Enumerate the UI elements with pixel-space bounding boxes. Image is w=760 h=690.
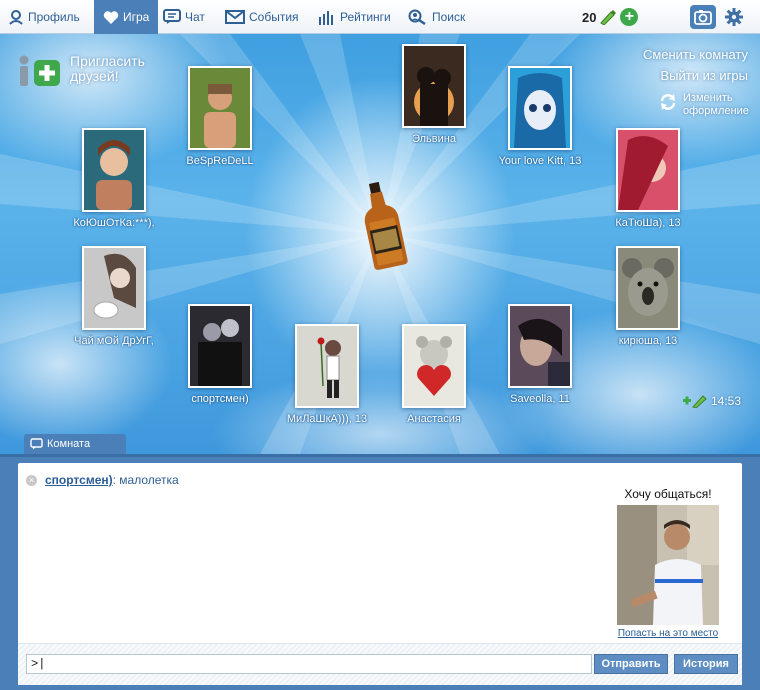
chat-panel: × спортсмен): малолетка Хочу общаться! П… bbox=[0, 454, 760, 690]
exit-game-link[interactable]: Выйти из игры bbox=[643, 65, 748, 86]
player-seat[interactable]: КоЮшОтКа:***), bbox=[58, 128, 170, 229]
heart-icon bbox=[103, 10, 119, 24]
featured-user: Хочу общаться! Попасть на это место bbox=[608, 487, 728, 639]
coin-count: 20 bbox=[582, 9, 597, 25]
tab-room-label: Комната bbox=[47, 438, 91, 450]
nav-events-label: События bbox=[249, 10, 299, 24]
timer: 14:53 bbox=[683, 394, 741, 408]
featured-photo[interactable] bbox=[617, 505, 719, 625]
chat-content: × спортсмен): малолетка Хочу общаться! П… bbox=[18, 463, 742, 685]
nav-ratings-label: Рейтинги bbox=[340, 10, 391, 24]
nav-game-label: Игра bbox=[123, 10, 150, 24]
search-icon bbox=[408, 9, 426, 25]
profile-icon bbox=[9, 10, 23, 25]
pencil-coin-icon bbox=[683, 395, 707, 408]
invite-friends-label: Пригласить друзей! bbox=[70, 53, 145, 84]
nav-chat[interactable]: Чат bbox=[163, 0, 205, 34]
featured-title: Хочу общаться! bbox=[624, 487, 712, 501]
player-seat[interactable]: КаТюШа), 13 bbox=[592, 128, 704, 229]
nav-game[interactable]: Игра bbox=[94, 0, 159, 34]
nav-profile[interactable]: Профиль bbox=[8, 0, 80, 34]
player-name: кирюша, 13 bbox=[618, 335, 678, 347]
chat-icon bbox=[163, 9, 181, 24]
message-text: : малолетка bbox=[112, 473, 179, 487]
player-seat[interactable]: кирюша, 13 bbox=[592, 246, 704, 347]
coin-balance: 20 + bbox=[582, 0, 639, 34]
player-seat[interactable]: спортсмен) bbox=[164, 304, 276, 405]
bar-chart-icon bbox=[319, 11, 333, 25]
player-name: Чай мОй ДрУгГ, bbox=[74, 335, 154, 347]
nav-search-label: Поиск bbox=[432, 10, 466, 24]
player-name: BeSpReDeLL bbox=[186, 155, 254, 167]
player-seat[interactable]: Анастасия bbox=[378, 324, 490, 425]
player-name: КоЮшОтКа:***), bbox=[73, 217, 155, 229]
invite-friend-icon bbox=[19, 55, 60, 86]
player-seat[interactable]: Saveolla, 11 bbox=[484, 304, 596, 405]
change-theme-button[interactable]: Изменить оформление bbox=[658, 92, 749, 118]
player-name: КаТюШа), 13 bbox=[615, 217, 681, 229]
refresh-icon bbox=[660, 94, 676, 110]
nav-events[interactable]: События bbox=[225, 0, 299, 34]
add-coins-button[interactable]: + bbox=[620, 8, 639, 26]
player-name: Анастасия bbox=[407, 413, 461, 425]
photo-button[interactable] bbox=[690, 5, 716, 29]
whiskey-bottle-icon[interactable] bbox=[358, 180, 408, 272]
player-avatar bbox=[616, 128, 680, 212]
player-avatar bbox=[402, 324, 466, 408]
chat-message: × спортсмен): малолетка bbox=[26, 473, 179, 487]
history-button[interactable]: История bbox=[674, 654, 738, 674]
chat-icon bbox=[30, 438, 43, 450]
player-name: МиЛаШкА))), 13 bbox=[286, 413, 368, 425]
player-avatar bbox=[188, 304, 252, 388]
player-seat[interactable]: МиЛаШкА))), 13 bbox=[271, 324, 383, 425]
take-place-link[interactable]: Попасть на это место bbox=[608, 628, 728, 639]
game-area: Пригласить друзей! Сменить комнату Выйти… bbox=[0, 34, 760, 454]
timer-value: 14:53 bbox=[711, 394, 742, 408]
pencil-coin-icon bbox=[600, 10, 617, 25]
change-theme-label: Изменить оформление bbox=[683, 92, 749, 117]
message-author[interactable]: спортсмен) bbox=[45, 473, 113, 487]
player-avatar bbox=[295, 324, 359, 408]
envelope-icon bbox=[225, 10, 245, 24]
player-seat[interactable]: BeSpReDeLL bbox=[164, 66, 276, 167]
tab-room[interactable]: Комната bbox=[24, 434, 126, 454]
gear-icon[interactable] bbox=[725, 8, 743, 26]
chat-input-bar: >| Отправить История bbox=[18, 643, 742, 685]
top-nav: Профиль Игра Чат События Рейтинги Поиск … bbox=[0, 0, 760, 34]
player-avatar bbox=[508, 304, 572, 388]
player-name: Your love Kitt, 13 bbox=[498, 155, 582, 167]
player-name: спортсмен) bbox=[191, 393, 249, 405]
player-avatar bbox=[402, 44, 466, 128]
player-avatar bbox=[616, 246, 680, 330]
nav-profile-label: Профиль bbox=[28, 10, 80, 24]
nav-chat-label: Чат bbox=[185, 10, 205, 24]
invite-friends-button[interactable]: Пригласить друзей! bbox=[16, 54, 150, 90]
player-avatar bbox=[82, 246, 146, 330]
nav-search[interactable]: Поиск bbox=[408, 0, 465, 34]
player-seat[interactable]: Эльвина bbox=[378, 44, 490, 145]
player-avatar bbox=[188, 66, 252, 150]
chat-input[interactable]: >| bbox=[26, 654, 592, 674]
room-actions: Сменить комнату Выйти из игры bbox=[643, 44, 748, 86]
player-avatar bbox=[82, 128, 146, 212]
player-avatar bbox=[508, 66, 572, 150]
change-room-link[interactable]: Сменить комнату bbox=[643, 44, 748, 65]
player-seat[interactable]: Your love Kitt, 13 bbox=[484, 66, 596, 167]
send-button[interactable]: Отправить bbox=[594, 654, 668, 674]
player-seat[interactable]: Чай мОй ДрУгГ, bbox=[58, 246, 170, 347]
close-icon[interactable]: × bbox=[26, 474, 37, 486]
player-name: Эльвина bbox=[412, 133, 456, 145]
camera-icon bbox=[694, 10, 712, 25]
nav-ratings[interactable]: Рейтинги bbox=[318, 0, 391, 34]
player-name: Saveolla, 11 bbox=[510, 393, 570, 405]
